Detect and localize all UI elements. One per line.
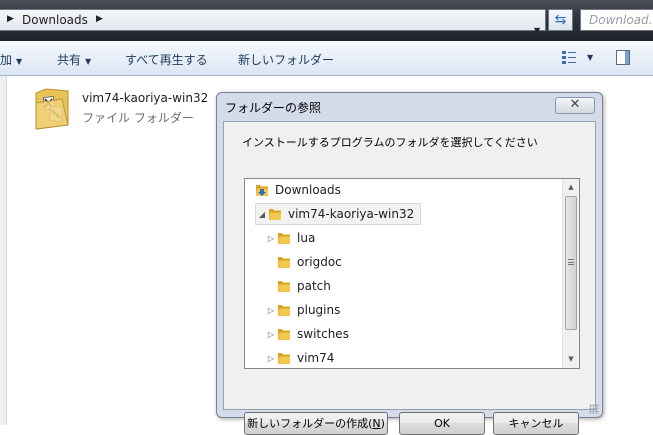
folder-tree[interactable]: Downloads ◢ vim74-kaoriya-win32 ▷ lua origdoc… <box>244 178 580 369</box>
folder-icon <box>269 209 281 220</box>
tree-item[interactable]: patch <box>265 275 331 297</box>
tree-item-label: vim74-kaoriya-win32 <box>288 207 415 221</box>
ok-button[interactable]: OK <box>399 412 485 435</box>
dialog-instruction: インストールするプログラムのフォルダを選択してください <box>242 136 538 149</box>
tree-item[interactable]: origdoc <box>265 251 342 273</box>
tree-item-label: Downloads <box>275 183 341 197</box>
scroll-up-arrow-icon[interactable]: ▲ <box>563 179 579 196</box>
tree-item[interactable]: ▷ vim74 <box>265 347 335 368</box>
search-placeholder: Download... <box>589 13 653 27</box>
breadcrumb-downloads[interactable]: Downloads <box>22 13 88 27</box>
tree-item-label: switches <box>297 327 349 341</box>
folder-icon <box>278 329 290 340</box>
toolbar-play-all-button[interactable]: すべて再生する <box>125 51 208 68</box>
toolbar-add-label: 加 <box>0 53 13 67</box>
tree-item[interactable]: ◢ vim74-kaoriya-win32 <box>255 203 422 225</box>
grip-icon <box>568 259 574 265</box>
chevron-down-icon: ▼ <box>16 57 23 66</box>
tree-item[interactable]: ▷ lua <box>265 227 315 249</box>
expand-arrow-icon[interactable]: ▷ <box>265 306 277 315</box>
address-bar-region: ▶ Downloads ▶ ▼ ⇆ Download... <box>0 0 653 41</box>
downloads-folder-icon <box>256 185 268 196</box>
toolbar-new-folder-button[interactable]: 新しいフォルダー <box>238 51 334 68</box>
dialog-body: インストールするプログラムのフォルダを選択してください Downloads ◢ vi… <box>223 121 596 435</box>
folder-icon <box>278 233 290 244</box>
expand-arrow-icon[interactable]: ▷ <box>265 234 277 243</box>
search-input[interactable]: Download... <box>580 9 653 31</box>
tree-item-label: patch <box>297 279 331 293</box>
tree-item-label: vim74 <box>297 351 335 365</box>
refresh-button[interactable]: ⇆ <box>548 9 573 31</box>
tree-item-label: plugins <box>297 303 341 317</box>
refresh-icon: ⇆ <box>554 12 567 28</box>
navigation-pane-edge[interactable] <box>0 76 7 425</box>
breadcrumb-arrow-icon[interactable]: ▶ <box>7 14 14 24</box>
browse-folder-dialog: フォルダーの参照 ✕ インストールするプログラムのフォルダを選択してください D… <box>216 92 603 435</box>
tree-scrollbar[interactable]: ▲ ▼ <box>562 179 579 368</box>
cancel-button[interactable]: キャンセル <box>493 412 579 435</box>
folder-icon <box>278 281 290 292</box>
folder-icon <box>278 305 290 316</box>
make-new-folder-button[interactable]: 新しいフォルダーの作成(N) <box>244 412 388 435</box>
toolbar-share-button[interactable]: 共有 ▼ <box>57 51 91 68</box>
tree-item-label: lua <box>297 231 316 245</box>
expand-arrow-icon[interactable]: ▷ <box>265 330 277 339</box>
toolbar-add-button[interactable]: 加 ▼ <box>0 51 22 68</box>
folder-icon <box>278 257 290 268</box>
expand-arrow-icon[interactable]: ▷ <box>265 354 277 363</box>
close-icon: ✕ <box>569 97 581 112</box>
tree-item[interactable]: ▷ switches <box>265 323 349 345</box>
command-bar: 加 ▼ 共有 ▼ すべて再生する 新しいフォルダー ▼ <box>0 41 653 76</box>
make-new-folder-label-end: ) <box>380 417 385 430</box>
breadcrumb-chevron-icon[interactable]: ▶ <box>96 14 103 24</box>
expand-arrow-icon[interactable]: ◢ <box>256 210 268 219</box>
tree-item[interactable]: Downloads <box>253 179 341 201</box>
resize-grip-icon[interactable] <box>589 404 599 414</box>
scroll-down-arrow-icon[interactable]: ▼ <box>563 351 579 368</box>
scroll-thumb[interactable] <box>565 196 577 330</box>
toolbar-share-label: 共有 <box>57 53 82 67</box>
folder-icon <box>278 353 290 364</box>
tree-item-label: origdoc <box>297 255 342 269</box>
folder-icon[interactable] <box>32 85 72 131</box>
folder-type: ファイル フォルダー <box>82 111 194 125</box>
tree-item[interactable]: ▷ plugins <box>265 299 340 321</box>
close-button[interactable]: ✕ <box>555 97 595 114</box>
address-bar[interactable]: ▶ Downloads ▶ ▼ <box>0 9 546 35</box>
folder-name[interactable]: vim74-kaoriya-win32 <box>82 91 208 105</box>
preview-pane-icon[interactable] <box>616 50 630 65</box>
address-dropdown-icon[interactable]: ▼ <box>534 26 540 35</box>
make-new-folder-accesskey: N <box>372 417 381 430</box>
dialog-title: フォルダーの参照 <box>225 101 322 115</box>
change-view-icon[interactable] <box>562 51 576 64</box>
view-options-dropdown-icon[interactable]: ▼ <box>587 53 593 62</box>
make-new-folder-label: 新しいフォルダーの作成( <box>247 417 373 430</box>
chevron-down-icon: ▼ <box>85 57 92 66</box>
